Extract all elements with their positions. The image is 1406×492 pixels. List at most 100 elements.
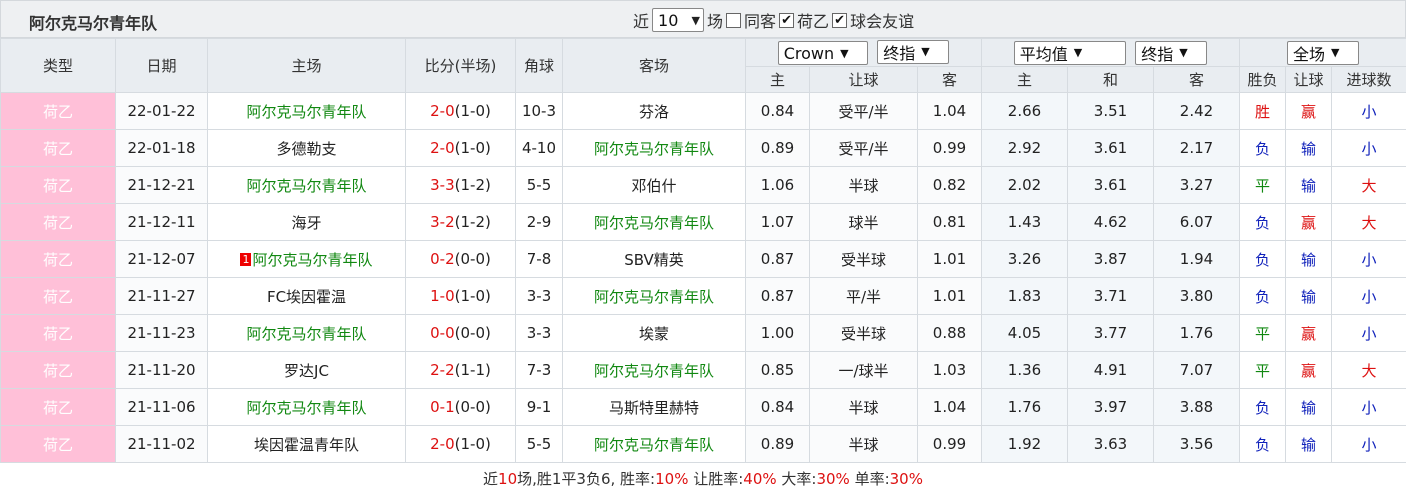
eu-home-odds: 1.83 xyxy=(981,277,1068,315)
table-row[interactable]: 荷乙 22-01-22 阿尔克马尔青年队 2-0(1-0) 10-3 芬洛 0.84 受平/半… xyxy=(0,92,1406,130)
goals-result: 小 xyxy=(1331,240,1406,278)
home-team-name: 阿尔克马尔青年队 xyxy=(246,324,367,343)
away-team[interactable]: 阿尔克马尔青年队 xyxy=(562,203,746,241)
league-checkbox[interactable]: ✔ xyxy=(779,12,795,28)
col-away: 客场 xyxy=(562,38,746,93)
table-row[interactable]: 荷乙 21-12-07 1 阿尔克马尔青年队 0-2(0-0) 7-8 SBV精英 0.87 受… xyxy=(0,240,1406,278)
match-score[interactable]: 2-0(1-0) xyxy=(405,425,516,463)
table-row[interactable]: 荷乙 21-11-27 FC埃因霍温 1-0(1-0) 3-3 阿尔克马尔青年队 0.87 平… xyxy=(0,277,1406,315)
match-type[interactable]: 荷乙 xyxy=(0,240,116,278)
home-team[interactable]: 海牙 xyxy=(207,203,406,241)
away-team[interactable]: 埃蒙 xyxy=(562,314,746,352)
match-type[interactable]: 荷乙 xyxy=(0,388,116,426)
ah-away-odds: 1.04 xyxy=(917,92,982,130)
away-team[interactable]: SBV精英 xyxy=(562,240,746,278)
match-score[interactable]: 3-3(1-2) xyxy=(405,166,516,204)
home-team[interactable]: 罗达JC xyxy=(207,351,406,389)
col-ah-away: 客 xyxy=(917,66,982,93)
ah-handicap: 半球 xyxy=(809,388,918,426)
home-team[interactable]: 阿尔克马尔青年队 xyxy=(207,92,406,130)
match-date: 22-01-22 xyxy=(115,92,208,130)
home-team[interactable]: 1 阿尔克马尔青年队 xyxy=(207,240,406,278)
match-type[interactable]: 荷乙 xyxy=(0,203,116,241)
summary-count: 10 xyxy=(498,470,518,488)
ah-handicap: 球半 xyxy=(809,203,918,241)
away-team[interactable]: 阿尔克马尔青年队 xyxy=(562,425,746,463)
away-team[interactable]: 邓伯什 xyxy=(562,166,746,204)
away-team[interactable]: 芬洛 xyxy=(562,92,746,130)
match-result: 平 xyxy=(1239,314,1287,352)
half-time-score: (0-0) xyxy=(454,398,491,416)
home-team-name: 罗达JC xyxy=(284,361,329,380)
match-score[interactable]: 0-2(0-0) xyxy=(405,240,516,278)
match-score[interactable]: 0-1(0-0) xyxy=(405,388,516,426)
match-type[interactable]: 荷乙 xyxy=(0,277,116,315)
chevron-down-icon: ▼ xyxy=(840,46,849,60)
home-team[interactable]: FC埃因霍温 xyxy=(207,277,406,315)
avg-select[interactable]: 平均值 ▼ xyxy=(1013,40,1126,65)
table-row[interactable]: 荷乙 21-12-21 阿尔克马尔青年队 3-3(1-2) 5-5 邓伯什 1.06 半球 0.… xyxy=(0,166,1406,204)
eu-away-odds: 2.17 xyxy=(1152,129,1241,167)
company-select[interactable]: Crown ▼ xyxy=(777,41,868,66)
match-type[interactable]: 荷乙 xyxy=(0,314,116,352)
table-row[interactable]: 荷乙 21-12-11 海牙 3-2(1-2) 2-9 阿尔克马尔青年队 1.07 球半 0.8… xyxy=(0,203,1406,241)
home-team[interactable]: 埃因霍温青年队 xyxy=(207,425,406,463)
summary-big-rate: 30% xyxy=(816,470,850,488)
corner-score: 7-3 xyxy=(515,351,563,389)
scope-select[interactable]: 全场 ▼ xyxy=(1287,40,1360,65)
scope-select-value: 全场 xyxy=(1293,44,1326,64)
handicap-result: 输 xyxy=(1285,166,1333,204)
match-score[interactable]: 1-0(1-0) xyxy=(405,277,516,315)
odds-mode-select[interactable]: 终指 ▼ xyxy=(877,39,950,64)
recent-label: 近 xyxy=(633,12,650,31)
eu-away-odds: 2.42 xyxy=(1152,92,1241,130)
match-result: 平 xyxy=(1239,351,1287,389)
table-row[interactable]: 荷乙 21-11-06 阿尔克马尔青年队 0-1(0-0) 9-1 马斯特里赫特 0.84 半… xyxy=(0,388,1406,426)
home-team[interactable]: 阿尔克马尔青年队 xyxy=(207,314,406,352)
col-handicap-result: 让球 xyxy=(1285,66,1333,93)
eu-draw-odds: 3.51 xyxy=(1067,92,1154,130)
table-row[interactable]: 荷乙 21-11-23 阿尔克马尔青年队 0-0(0-0) 3-3 埃蒙 1.00 受半球 0.… xyxy=(0,314,1406,352)
table-row[interactable]: 荷乙 21-11-20 罗达JC 2-2(1-1) 7-3 阿尔克马尔青年队 0.85 一/球… xyxy=(0,351,1406,389)
match-score[interactable]: 2-0(1-0) xyxy=(405,129,516,167)
half-time-score: (1-0) xyxy=(454,435,491,453)
home-team[interactable]: 多德勒支 xyxy=(207,129,406,167)
eu-away-odds: 3.80 xyxy=(1152,277,1241,315)
match-type[interactable]: 荷乙 xyxy=(0,166,116,204)
half-time-score: (1-1) xyxy=(454,361,491,379)
away-team[interactable]: 马斯特里赫特 xyxy=(562,388,746,426)
friendly-label: 球会友谊 xyxy=(850,12,915,31)
away-team[interactable]: 阿尔克马尔青年队 xyxy=(562,351,746,389)
ah-handicap: 受半球 xyxy=(809,240,918,278)
friendly-checkbox[interactable]: ✔ xyxy=(832,12,848,28)
match-type[interactable]: 荷乙 xyxy=(0,92,116,130)
match-score[interactable]: 3-2(1-2) xyxy=(405,203,516,241)
corner-score: 3-3 xyxy=(515,277,563,315)
home-team[interactable]: 阿尔克马尔青年队 xyxy=(207,166,406,204)
match-type[interactable]: 荷乙 xyxy=(0,351,116,389)
corner-score: 10-3 xyxy=(515,92,563,130)
match-score[interactable]: 2-2(1-1) xyxy=(405,351,516,389)
recent-count-select[interactable]: 10 ▼ xyxy=(652,8,705,32)
match-type[interactable]: 荷乙 xyxy=(0,425,116,463)
same-home-checkbox[interactable] xyxy=(726,12,742,28)
handicap-result: 赢 xyxy=(1285,203,1333,241)
handicap-result: 输 xyxy=(1285,129,1333,167)
table-row[interactable]: 荷乙 22-01-18 多德勒支 2-0(1-0) 4-10 阿尔克马尔青年队 0.89 受平… xyxy=(0,129,1406,167)
match-result: 负 xyxy=(1239,129,1287,167)
handicap-result: 赢 xyxy=(1285,351,1333,389)
eu-home-odds: 1.76 xyxy=(981,388,1068,426)
avg-mode-select[interactable]: 终指 ▼ xyxy=(1135,40,1208,65)
home-team-name: 海牙 xyxy=(291,213,322,232)
away-team[interactable]: 阿尔克马尔青年队 xyxy=(562,129,746,167)
handicap-result: 输 xyxy=(1285,388,1333,426)
ah-home-odds: 0.84 xyxy=(745,92,810,130)
match-score[interactable]: 0-0(0-0) xyxy=(405,314,516,352)
table-row[interactable]: 荷乙 21-11-02 埃因霍温青年队 2-0(1-0) 5-5 阿尔克马尔青年队 0.89… xyxy=(0,425,1406,463)
match-score[interactable]: 2-0(1-0) xyxy=(405,92,516,130)
chevron-down-icon: ▼ xyxy=(1179,46,1188,59)
home-team[interactable]: 阿尔克马尔青年队 xyxy=(207,388,406,426)
full-time-score: 0-2 xyxy=(430,250,455,268)
away-team[interactable]: 阿尔克马尔青年队 xyxy=(562,277,746,315)
match-type[interactable]: 荷乙 xyxy=(0,129,116,167)
